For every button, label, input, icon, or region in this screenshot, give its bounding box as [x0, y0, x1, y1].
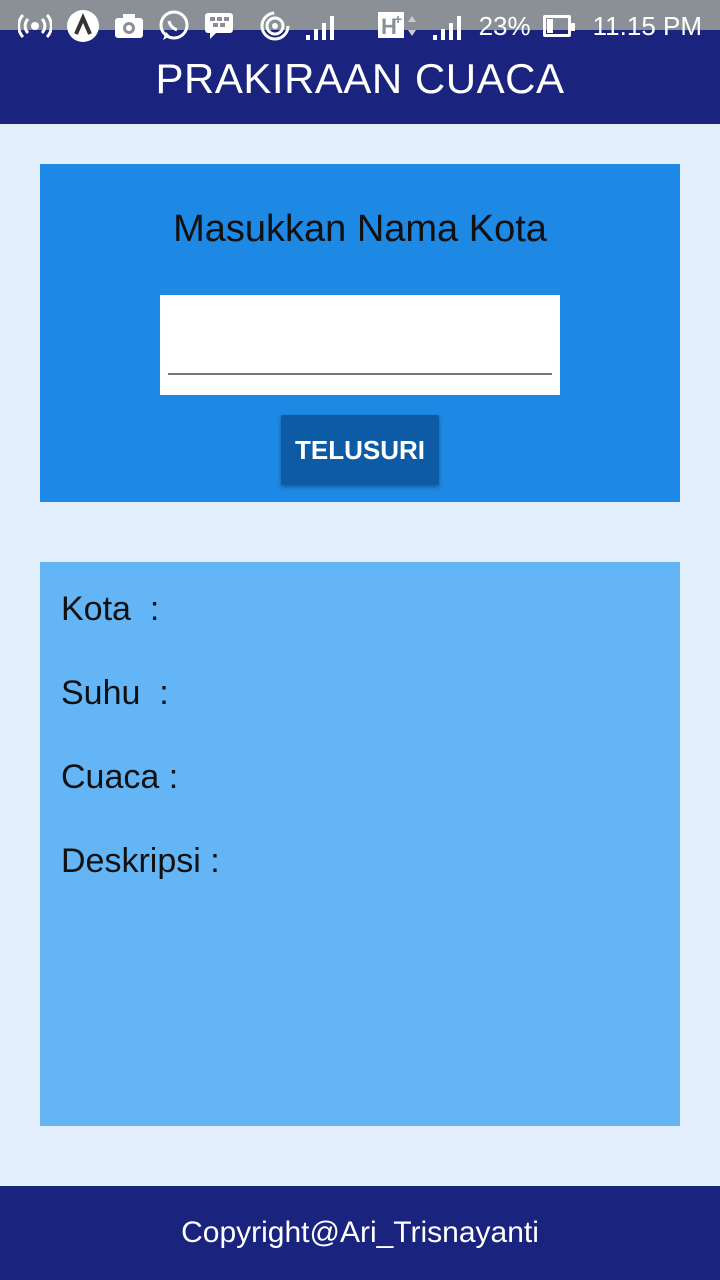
app-a-icon — [66, 9, 100, 43]
svg-text:+: + — [394, 11, 402, 27]
city-label: Kota : — [61, 590, 160, 628]
h-plus-icon: H + — [377, 10, 419, 42]
description-label: Deskripsi : — [61, 842, 220, 880]
app-bar: PRAKIRAAN CUACA — [0, 52, 720, 124]
temperature-label: Suhu : — [61, 674, 169, 712]
status-bar: H + 23% 11.15 PM — [0, 0, 720, 52]
status-right: H + 23% 11.15 PM — [377, 8, 702, 44]
battery-icon — [542, 15, 575, 37]
signal-icon — [304, 11, 340, 41]
search-card: Masukkan Nama Kota TELUSURI — [40, 164, 680, 502]
broadcast-icon — [18, 13, 52, 39]
camera-icon — [114, 13, 144, 39]
status-icons — [18, 8, 340, 44]
whatsapp-icon — [158, 10, 190, 42]
result-card: Kota : Suhu : Cuaca : Deskripsi : — [40, 562, 680, 1126]
weather-label: Cuaca : — [61, 758, 179, 796]
copyright-text: Copyright@Ari_Trisnayanti — [181, 1216, 539, 1249]
search-button[interactable]: TELUSURI — [281, 415, 439, 485]
city-input-container — [160, 295, 560, 395]
page-title: PRAKIRAAN CUACA — [155, 55, 565, 102]
signal-icon — [431, 11, 467, 41]
bbm-icon — [204, 12, 234, 40]
battery-percent: 23% — [478, 10, 531, 41]
footer: Copyright@Ari_Trisnayanti — [0, 1186, 720, 1280]
hotspot-icon — [260, 11, 290, 41]
clock: 11.15 PM — [592, 10, 702, 41]
search-heading: Masukkan Nama Kota — [173, 208, 547, 250]
city-input[interactable] — [168, 315, 552, 375]
